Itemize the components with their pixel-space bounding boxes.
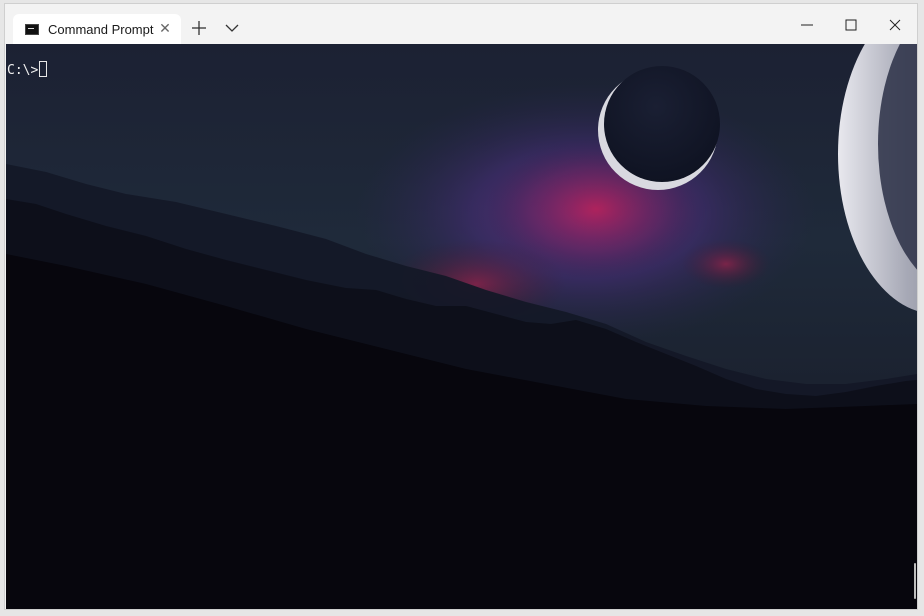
minimize-button[interactable]	[787, 10, 827, 40]
maximize-button[interactable]	[831, 10, 871, 40]
close-icon	[889, 19, 901, 31]
tab-close-icon[interactable]: ✕	[157, 19, 173, 37]
command-prompt-line[interactable]: C:\>	[7, 61, 48, 79]
tab-command-prompt[interactable]: Command Prompt ✕	[13, 14, 181, 44]
plus-icon	[192, 21, 206, 35]
scrollbar-thumb[interactable]	[914, 563, 916, 599]
tab-title: Command Prompt	[48, 22, 154, 37]
maximize-icon	[845, 19, 857, 31]
profile-dropdown-button[interactable]	[220, 16, 244, 40]
background-image	[6, 44, 917, 609]
prompt-text: C:\>	[7, 63, 39, 78]
terminal-content[interactable]: C:\>	[6, 44, 917, 609]
text-cursor	[39, 61, 48, 77]
close-button[interactable]	[875, 10, 915, 40]
cmd-icon	[25, 24, 39, 35]
minimize-icon	[801, 24, 813, 26]
terminal-window: Command Prompt ✕ C:\>	[4, 3, 918, 610]
title-bar: Command Prompt ✕	[5, 4, 917, 44]
chevron-down-icon	[225, 24, 239, 32]
new-tab-button[interactable]	[187, 16, 211, 40]
